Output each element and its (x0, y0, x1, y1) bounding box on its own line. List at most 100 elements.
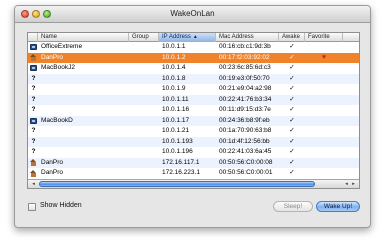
column-header-mac-address[interactable]: Mac Address (216, 33, 279, 42)
column-header-awake[interactable]: Awake (279, 33, 305, 42)
sort-ascending-icon: ▲ (192, 34, 198, 40)
row-group (129, 126, 159, 137)
table-row[interactable]: ? 10.0.1.11 00:22:41:76:b3:34 ✓ (28, 94, 359, 106)
scroll-left-end-icon[interactable]: ◂ (343, 181, 350, 187)
row-mac-address: 00:1d:4f:12:56:bb (219, 137, 270, 145)
table-row[interactable]: OfficeExtreme 10.0.1.1 00:16:cb:c1:9d:3b ✓ (28, 42, 359, 53)
row-icon-cell: ? (28, 95, 38, 106)
row-favorite[interactable] (305, 126, 343, 137)
row-icon-cell: ? (28, 137, 38, 148)
row-filler (343, 126, 359, 137)
row-icon-cell: ? (28, 84, 38, 95)
row-group (129, 53, 159, 64)
row-awake-check: ✓ (289, 64, 295, 71)
row-mac-address: 00:21:e9:04:a2:98 (219, 85, 272, 92)
row-filler (343, 42, 359, 53)
row-favorite[interactable] (305, 116, 343, 127)
row-favorite[interactable] (305, 158, 343, 169)
row-favorite[interactable] (305, 84, 343, 95)
scroll-left-icon[interactable]: ◂ (30, 181, 37, 187)
row-favorite[interactable] (305, 105, 343, 116)
table-row[interactable]: ? 10.0.1.8 00:19:e3:0f:50:70 ✓ (28, 73, 359, 85)
row-awake-check: ✓ (289, 43, 295, 50)
table-row[interactable]: ? 10.0.1.21 00:1a:70:90:63:b8 ✓ (28, 126, 359, 137)
row-ip-address: 10.0.1.2 (162, 53, 186, 61)
row-favorite[interactable] (305, 63, 343, 74)
row-ip-address: 10.0.1.16 (162, 106, 190, 113)
row-group (129, 42, 159, 53)
network-icon (30, 169, 37, 177)
table-row[interactable]: MacBookJ2 10.0.1.4 00:23:6c:85:6d:c3 ✓ (28, 63, 359, 74)
row-awake-check: ✓ (289, 74, 295, 82)
wake-up-button[interactable]: Wake Up! (316, 201, 360, 212)
column-header-ip-address[interactable]: IP Address ▲ (159, 33, 216, 42)
row-ip-address: 172.16.117.1 (162, 158, 200, 166)
row-ip-address: 172.16.223.1 (162, 169, 200, 176)
show-hidden-checkbox[interactable] (28, 203, 36, 211)
row-filler (343, 63, 359, 74)
table-row[interactable]: DanPro 10.0.1.2 00:17:f2:03:92:02 ✓ ♥ (28, 52, 359, 64)
sleep-button[interactable]: Sleep! (273, 201, 313, 212)
row-filler (343, 74, 359, 85)
column-header-icon[interactable] (28, 33, 38, 42)
row-favorite[interactable] (305, 137, 343, 148)
row-filler (343, 116, 359, 127)
row-name: MacBookD (41, 116, 73, 124)
unknown-icon: ? (31, 106, 36, 113)
row-name: DanPro (41, 158, 64, 166)
row-filler (343, 147, 359, 158)
row-ip-address: 10.0.1.17 (162, 116, 190, 124)
row-name: DanPro (41, 169, 64, 176)
row-group (129, 105, 159, 116)
table-row[interactable]: ? 10.0.1.196 00:22:41:03:6a:45 ✓ (28, 147, 359, 158)
row-name: OfficeExtreme (41, 43, 83, 50)
show-hidden-label[interactable]: Show Hidden (40, 202, 82, 209)
row-name (38, 147, 129, 158)
favorite-heart-icon[interactable]: ♥ (305, 53, 343, 64)
row-mac-address: 00:1a:70:90:63:b8 (219, 127, 272, 134)
row-filler (343, 137, 359, 148)
row-awake-check: ✓ (289, 116, 295, 124)
row-group (129, 147, 159, 158)
scrollbar-thumb[interactable] (39, 181, 315, 187)
row-favorite[interactable] (305, 168, 343, 179)
row-favorite[interactable] (305, 74, 343, 85)
column-header-favorite[interactable]: Favorite (305, 33, 343, 42)
row-mac-address: 00:24:36:b8:9f:eb (219, 116, 270, 124)
row-group (129, 84, 159, 95)
horizontal-scrollbar[interactable]: ◂ ◂ ▸ (28, 179, 359, 188)
row-ip-address: 10.0.1.1 (162, 43, 186, 50)
row-awake-check: ✓ (289, 158, 295, 166)
table-row[interactable]: DanPro 172.16.117.1 00:50:56:C0:00:08 ✓ (28, 157, 359, 169)
table-header: Name Group IP Address ▲ Mac Address Awake… (28, 33, 359, 42)
row-icon-cell (28, 63, 38, 74)
row-name: MacBookJ2 (41, 64, 75, 71)
row-mac-address: 00:23:6c:85:6d:c3 (219, 64, 271, 71)
table-row[interactable]: ? 10.0.1.193 00:1d:4f:12:56:bb ✓ (28, 136, 359, 148)
row-ip-address: 10.0.1.21 (162, 127, 190, 134)
table-row[interactable]: DanPro 172.16.223.1 00:50:56:C0:00:01 ✓ (28, 168, 359, 179)
row-filler (343, 105, 359, 116)
mac-icon (30, 44, 37, 51)
scroll-right-icon[interactable]: ▸ (350, 181, 357, 187)
unknown-icon: ? (31, 74, 36, 82)
column-header-group[interactable]: Group (129, 33, 159, 42)
table-body: OfficeExtreme 10.0.1.1 00:16:cb:c1:9d:3b ✓ D… (28, 42, 359, 179)
row-favorite[interactable] (305, 147, 343, 158)
row-group (129, 63, 159, 74)
row-mac-address: 00:17:f2:03:92:02 (219, 53, 270, 61)
row-favorite[interactable] (305, 42, 343, 53)
table-row[interactable]: ? 10.0.1.9 00:21:e9:04:a2:98 ✓ (28, 84, 359, 95)
row-name (38, 95, 129, 106)
row-favorite[interactable] (305, 95, 343, 106)
row-filler (343, 84, 359, 95)
mac-icon (30, 117, 37, 124)
row-awake-check: ✓ (289, 137, 295, 145)
row-ip-address: 10.0.1.11 (162, 95, 189, 103)
table-row[interactable]: MacBookD 10.0.1.17 00:24:36:b8:9f:eb ✓ (28, 115, 359, 127)
column-header-name[interactable]: Name (38, 33, 129, 42)
row-ip-address: 10.0.1.8 (162, 74, 186, 82)
table-row[interactable]: ? 10.0.1.16 00:11:d9:15:d3:7e ✓ (28, 105, 359, 116)
row-ip-address: 10.0.1.4 (162, 64, 186, 71)
row-awake-check: ✓ (289, 85, 295, 92)
